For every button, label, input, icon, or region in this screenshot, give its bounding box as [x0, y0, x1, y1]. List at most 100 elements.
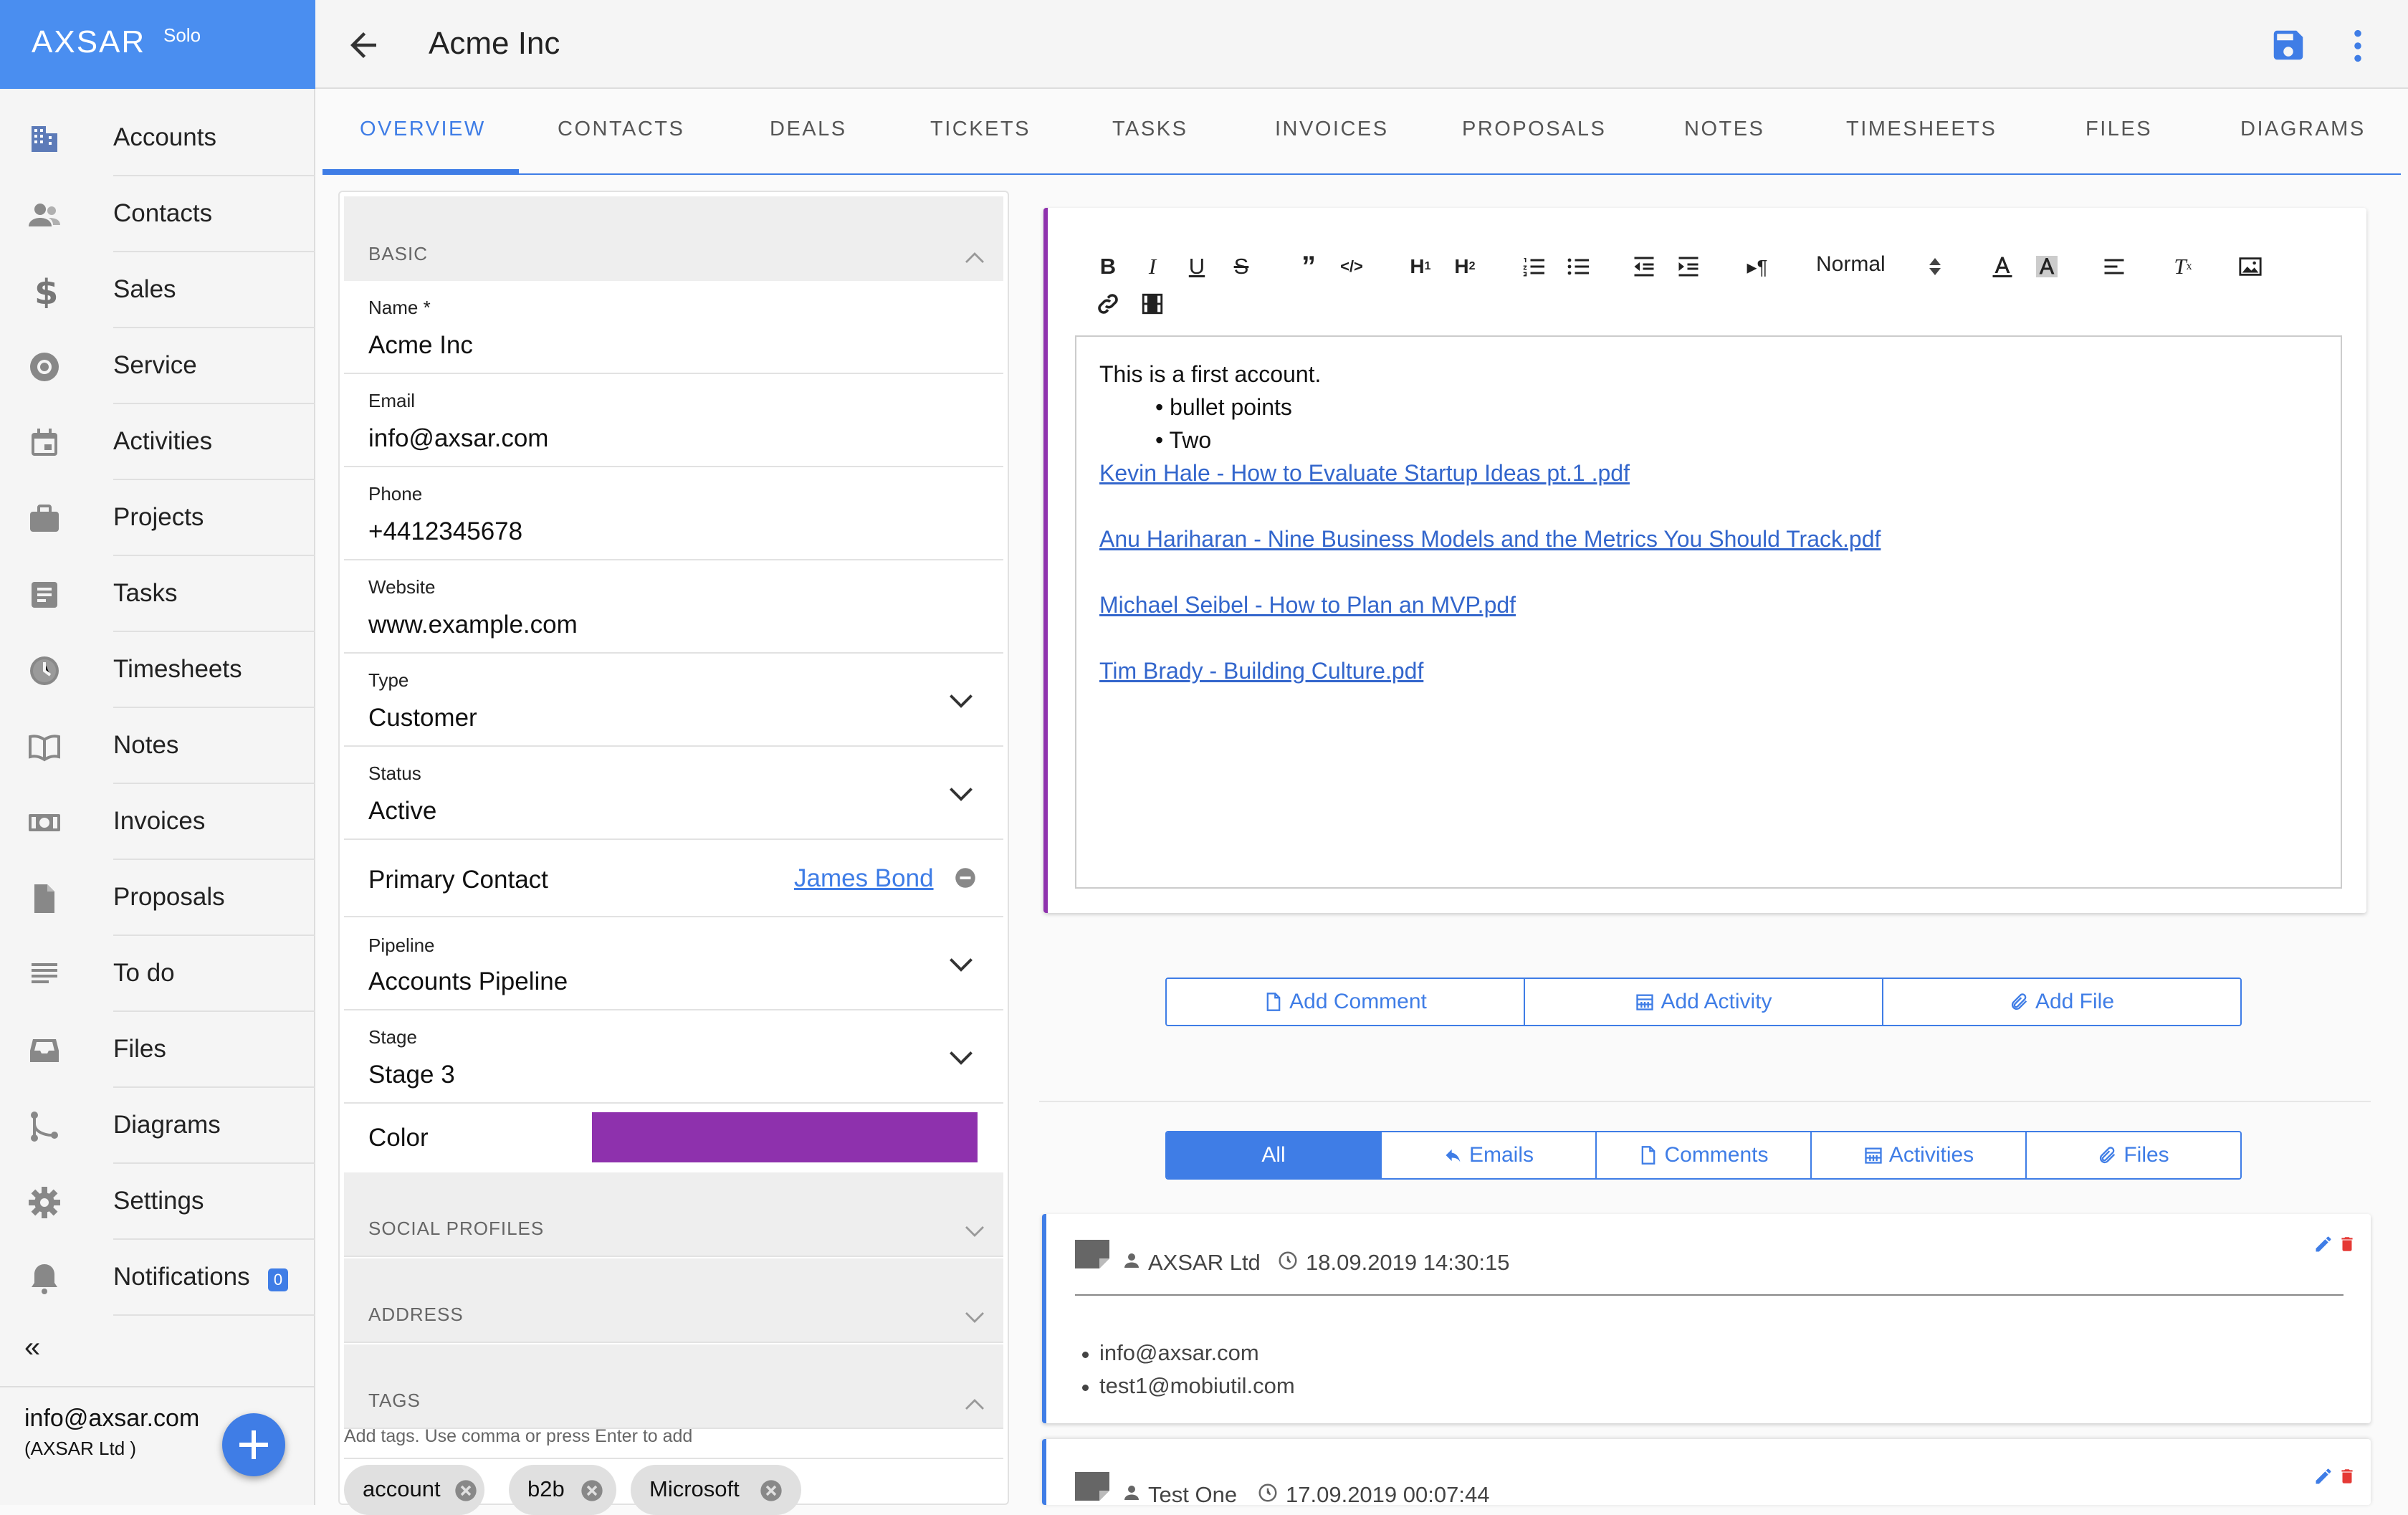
close-circle-icon[interactable]	[760, 1479, 783, 1502]
tab-tickets[interactable]: TICKETS	[930, 118, 1031, 141]
collapse-sidebar-button[interactable]: «	[24, 1332, 40, 1364]
filter-all-button[interactable]: All	[1167, 1132, 1382, 1178]
video-icon[interactable]	[1137, 288, 1168, 320]
section-address-header[interactable]: ADDRESS	[344, 1258, 1003, 1343]
strikethrough-icon[interactable]: S	[1226, 251, 1257, 282]
filter-emails-button[interactable]: Emails	[1382, 1132, 1597, 1178]
italic-icon[interactable]: I	[1137, 251, 1168, 282]
sidebar-item-accounts[interactable]: Accounts	[0, 100, 315, 176]
delete-icon[interactable]	[2338, 1234, 2356, 1254]
clock-icon	[1279, 1251, 1297, 1270]
sidebar-item-tasks[interactable]: Tasks	[0, 556, 315, 632]
remove-circle-icon[interactable]	[955, 867, 976, 889]
color-picker[interactable]	[592, 1112, 978, 1162]
website-input[interactable]: www.example.com	[368, 611, 578, 639]
sidebar-item-files[interactable]: Files	[0, 1012, 315, 1088]
sidebar-item-diagrams[interactable]: Diagrams	[0, 1088, 315, 1164]
website-field[interactable]: Website www.example.com	[344, 560, 1003, 654]
recipient: info@axsar.com	[1099, 1340, 1259, 1365]
phone-input[interactable]: +4412345678	[368, 517, 522, 546]
filter-comments-button[interactable]: Comments	[1597, 1132, 1812, 1178]
add-file-button[interactable]: Add File	[1883, 979, 2240, 1025]
tab-deals[interactable]: DEALS	[770, 118, 847, 141]
bullet-list-icon[interactable]	[1562, 251, 1594, 282]
editor-file-link[interactable]: Tim Brady - Building Culture.pdf	[1099, 658, 1423, 684]
phone-field[interactable]: Phone +4412345678	[344, 467, 1003, 560]
indent-icon[interactable]	[1673, 251, 1704, 282]
add-activity-button[interactable]: Add Activity	[1525, 979, 1883, 1025]
sidebar-item-notifications[interactable]: Notifications 0	[0, 1240, 315, 1316]
sidebar-item-timesheets[interactable]: Timesheets	[0, 632, 315, 708]
edit-icon[interactable]	[2313, 1234, 2333, 1254]
heading1-icon[interactable]: H1	[1405, 251, 1436, 282]
tab-diagrams[interactable]: DIAGRAMS	[2240, 118, 2366, 141]
tag-chip[interactable]: b2b	[509, 1465, 616, 1515]
pipeline-select[interactable]: Pipeline Accounts Pipeline	[344, 917, 1003, 1010]
sidebar-item-activities[interactable]: Activities	[0, 404, 315, 480]
task-list-icon	[32, 582, 57, 608]
align-icon[interactable]	[2098, 251, 2130, 282]
sidebar-item-invoices[interactable]: Invoices	[0, 784, 315, 860]
delete-icon[interactable]	[2338, 1466, 2356, 1486]
tab-contacts[interactable]: CONTACTS	[558, 118, 684, 141]
section-social-header[interactable]: SOCIAL PROFILES	[344, 1172, 1003, 1257]
close-circle-icon[interactable]	[580, 1479, 603, 1502]
tab-proposals[interactable]: PROPOSALS	[1462, 118, 1606, 141]
section-tags-header[interactable]: TAGS	[344, 1344, 1003, 1429]
sidebar-item-sales[interactable]: $ Sales	[0, 252, 315, 328]
primary-contact-link[interactable]: James Bond	[794, 864, 934, 893]
code-icon[interactable]: </>	[1336, 251, 1367, 282]
tab-notes[interactable]: NOTES	[1684, 118, 1764, 141]
type-select[interactable]: Type Customer	[344, 654, 1003, 747]
tab-timesheets[interactable]: TIMESHEETS	[1846, 118, 1997, 141]
blockquote-icon[interactable]: ”	[1293, 251, 1324, 282]
sidebar-item-todo[interactable]: To do	[0, 936, 315, 1012]
close-circle-icon[interactable]	[454, 1479, 477, 1502]
section-basic-header[interactable]: BASIC	[344, 196, 1003, 281]
sidebar-item-notes[interactable]: Notes	[0, 708, 315, 784]
editor-file-link[interactable]: Kevin Hale - How to Evaluate Startup Ide…	[1099, 460, 1630, 487]
bold-icon[interactable]: B	[1092, 251, 1124, 282]
sidebar-item-service[interactable]: Service	[0, 328, 315, 404]
filter-activities-button[interactable]: Activities	[1812, 1132, 2027, 1178]
stage-select[interactable]: Stage Stage 3	[344, 1010, 1003, 1104]
notes-editor[interactable]: This is a first account. • bullet points…	[1075, 335, 2342, 889]
text-direction-icon[interactable]: ▸¶	[1742, 251, 1773, 282]
sidebar-item-contacts[interactable]: Contacts	[0, 176, 315, 252]
add-fab-button[interactable]	[222, 1413, 285, 1476]
clear-format-icon[interactable]: Tx	[2167, 251, 2199, 282]
add-comment-button[interactable]: Add Comment	[1167, 979, 1525, 1025]
font-color-icon[interactable]	[1987, 251, 2018, 282]
format-select[interactable]: Normal	[1816, 252, 1886, 277]
heading2-icon[interactable]: H2	[1449, 251, 1481, 282]
image-icon[interactable]	[2235, 251, 2266, 282]
name-field[interactable]: Name * Acme Inc	[344, 281, 1003, 374]
sidebar-item-settings[interactable]: Settings	[0, 1164, 315, 1240]
tag-chip[interactable]: Microsoft	[631, 1465, 801, 1515]
more-menu-button[interactable]	[2349, 27, 2366, 64]
link-icon[interactable]	[1092, 288, 1124, 320]
underline-icon[interactable]: U	[1181, 251, 1213, 282]
back-button[interactable]	[344, 26, 383, 64]
save-button[interactable]	[2269, 26, 2308, 64]
tab-bar: OVERVIEW CONTACTS DEALS TICKETS TASKS IN…	[315, 89, 2408, 175]
ordered-list-icon[interactable]	[1518, 251, 1549, 282]
email-input[interactable]: info@axsar.com	[368, 424, 548, 453]
editor-file-link[interactable]: Anu Hariharan - Nine Business Models and…	[1099, 526, 1881, 553]
editor-file-link[interactable]: Michael Seibel - How to Plan an MVP.pdf	[1099, 592, 1516, 618]
background-color-icon[interactable]	[2031, 251, 2063, 282]
brand-header[interactable]: AXSAR Solo	[0, 0, 315, 89]
tab-files[interactable]: FILES	[2086, 118, 2152, 141]
email-field[interactable]: Email info@axsar.com	[344, 374, 1003, 467]
tab-tasks[interactable]: TASKS	[1112, 118, 1188, 141]
tag-chip[interactable]: account	[344, 1465, 484, 1515]
filter-files-button[interactable]: Files	[2027, 1132, 2240, 1178]
status-select[interactable]: Status Active	[344, 747, 1003, 840]
tab-invoices[interactable]: INVOICES	[1275, 118, 1389, 141]
name-input[interactable]: Acme Inc	[368, 331, 473, 360]
sidebar-item-proposals[interactable]: Proposals	[0, 860, 315, 936]
edit-icon[interactable]	[2313, 1466, 2333, 1486]
tab-overview[interactable]: OVERVIEW	[360, 118, 486, 141]
outdent-icon[interactable]	[1628, 251, 1660, 282]
sidebar-item-projects[interactable]: Projects	[0, 480, 315, 556]
